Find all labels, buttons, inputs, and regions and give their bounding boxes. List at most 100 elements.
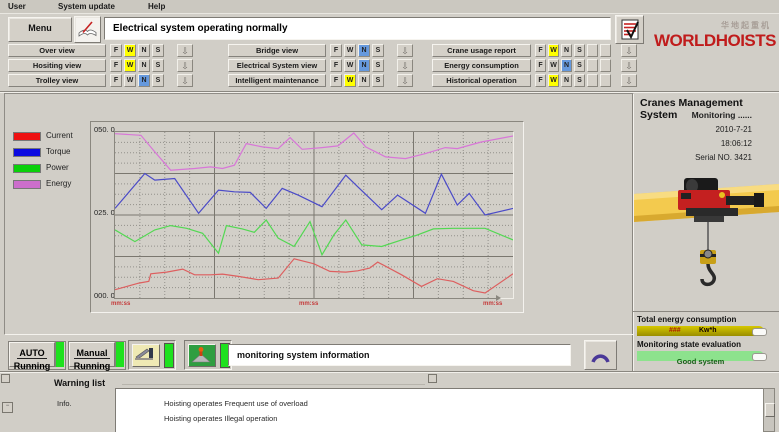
scanner-status-light [164,343,174,368]
nav-button-intelligent-maintenance[interactable]: Intelligent maintenance [228,74,326,87]
state-gauge-cap [752,353,767,361]
splitter-icon[interactable] [428,374,437,383]
menu-bar: User System update Help [0,0,779,14]
indicator-n: N [358,59,370,72]
download-arrow-button[interactable]: ⇩ [397,44,413,57]
divider [122,384,425,385]
logbook-button[interactable] [74,16,101,43]
report-button[interactable] [615,15,644,44]
warning-scrollbar[interactable] [763,388,775,432]
indicator-w: W [548,59,559,72]
download-arrow-button[interactable]: ⇩ [621,44,637,57]
nav-button-historical-operation[interactable]: Historical operation [432,74,531,87]
menu-button[interactable]: Menu [8,17,72,42]
chart-lines [115,132,513,298]
legend-swatch [13,164,41,173]
warning-item: Hoisting operates Illegal operation [164,414,277,423]
indicator-w: W [344,44,356,57]
indicator-w: W [344,74,356,87]
auto-running-button[interactable]: AUTO Running [9,342,55,367]
serial-label: Serial NO. 3421 [695,153,752,162]
brand-chinese-text: 华地起重机 [721,20,771,31]
scanner-icon [133,345,157,364]
total-energy-label: Total energy consumption [637,315,736,324]
arch-icon [588,345,613,365]
indicator-f: F [535,74,546,87]
scanner-button[interactable] [132,344,160,367]
manual-running-label: Running [70,361,114,371]
nav-button-energy-consumption[interactable]: Energy consumption [432,59,531,72]
brand-logo: WORLDHOISTS [654,31,776,51]
manual-running-button[interactable]: Manual Running [69,342,115,367]
indicator-w: W [124,74,136,87]
indicator-s: S [372,44,384,57]
menu-system-update[interactable]: System update [58,2,115,11]
state-value: Good system [677,357,725,366]
indicator-s: S [574,59,585,72]
y-tick-bottom: 000. 0 [94,291,115,300]
download-arrow-button[interactable]: ⇩ [621,74,637,87]
indicator-n: N [561,74,572,87]
indicator-blank [587,44,598,57]
indicator-f: F [110,59,122,72]
hoist-image [634,176,779,308]
nav-button-hositing-view[interactable]: Hositing view [8,59,106,72]
menu-help[interactable]: Help [148,2,165,11]
download-arrow-button[interactable]: ⇩ [397,59,413,72]
indicator-s: S [152,44,164,57]
legend-label: Power [46,163,69,172]
indicator-blank [600,59,611,72]
nav-button-crane-usage-report[interactable]: Crane usage report [432,44,531,57]
auto-running-label: Running [10,361,54,371]
nav-button-trolley-view[interactable]: Trolley view [8,74,106,87]
nav-button-electrical-system-view[interactable]: Electrical System view [228,59,326,72]
figure-on-mound-icon [189,345,213,364]
indicator-s: S [574,74,585,87]
download-arrow-button[interactable]: ⇩ [621,59,637,72]
indicator-w: W [548,74,559,87]
x-axis-line [114,298,498,299]
alarm-button[interactable] [188,344,216,367]
indicator-s: S [152,74,164,87]
indicator-w: W [124,59,136,72]
monitoring-message-bar[interactable]: monitoring system information [228,344,571,366]
warning-item: Hoisting operates Frequent use of overlo… [164,399,308,408]
legend-label: Current [46,131,73,140]
auto-status-light [55,342,64,367]
indicator-f: F [330,59,342,72]
indicator-f: F [110,44,122,57]
y-tick-mid: 025. 0 [94,208,115,217]
indicator-n: N [138,44,150,57]
indicator-blank [587,74,598,87]
x-tick-right: mm:ss [483,301,502,307]
energy-value: ### [669,327,681,334]
indicator-f: F [330,44,342,57]
nav-button-bridge-view[interactable]: Bridge view [228,44,326,57]
download-arrow-button[interactable]: ⇩ [177,44,193,57]
state-eval-label: Monitoring state evaluation [637,340,741,349]
indicator-f: F [535,59,546,72]
legend-swatch [13,132,41,141]
splitter-icon[interactable] [1,374,10,383]
manual-status-light [115,342,124,367]
energy-gauge: ### Kw*h [637,326,764,336]
download-arrow-button[interactable]: ⇩ [177,74,193,87]
arch-button[interactable] [584,340,617,370]
scrollbar-thumb[interactable] [765,403,775,417]
x-tick-left: mm:ss [111,301,130,307]
collapse-icon[interactable]: − [2,402,13,413]
nav-button-over-view[interactable]: Over view [8,44,106,57]
indicator-s: S [152,59,164,72]
indicator-n: N [561,44,572,57]
indicator-blank [587,59,598,72]
warning-list-title: Warning list [54,378,105,388]
menu-user[interactable]: User [8,2,26,11]
scanner-control [128,340,176,370]
download-arrow-button[interactable]: ⇩ [397,74,413,87]
status-message-bar[interactable]: Electrical system operating normally [104,17,611,40]
indicator-n: N [358,44,370,57]
legend-label: Energy [46,179,71,188]
indicator-f: F [110,74,122,87]
download-arrow-button[interactable]: ⇩ [177,59,193,72]
indicator-blank [600,44,611,57]
